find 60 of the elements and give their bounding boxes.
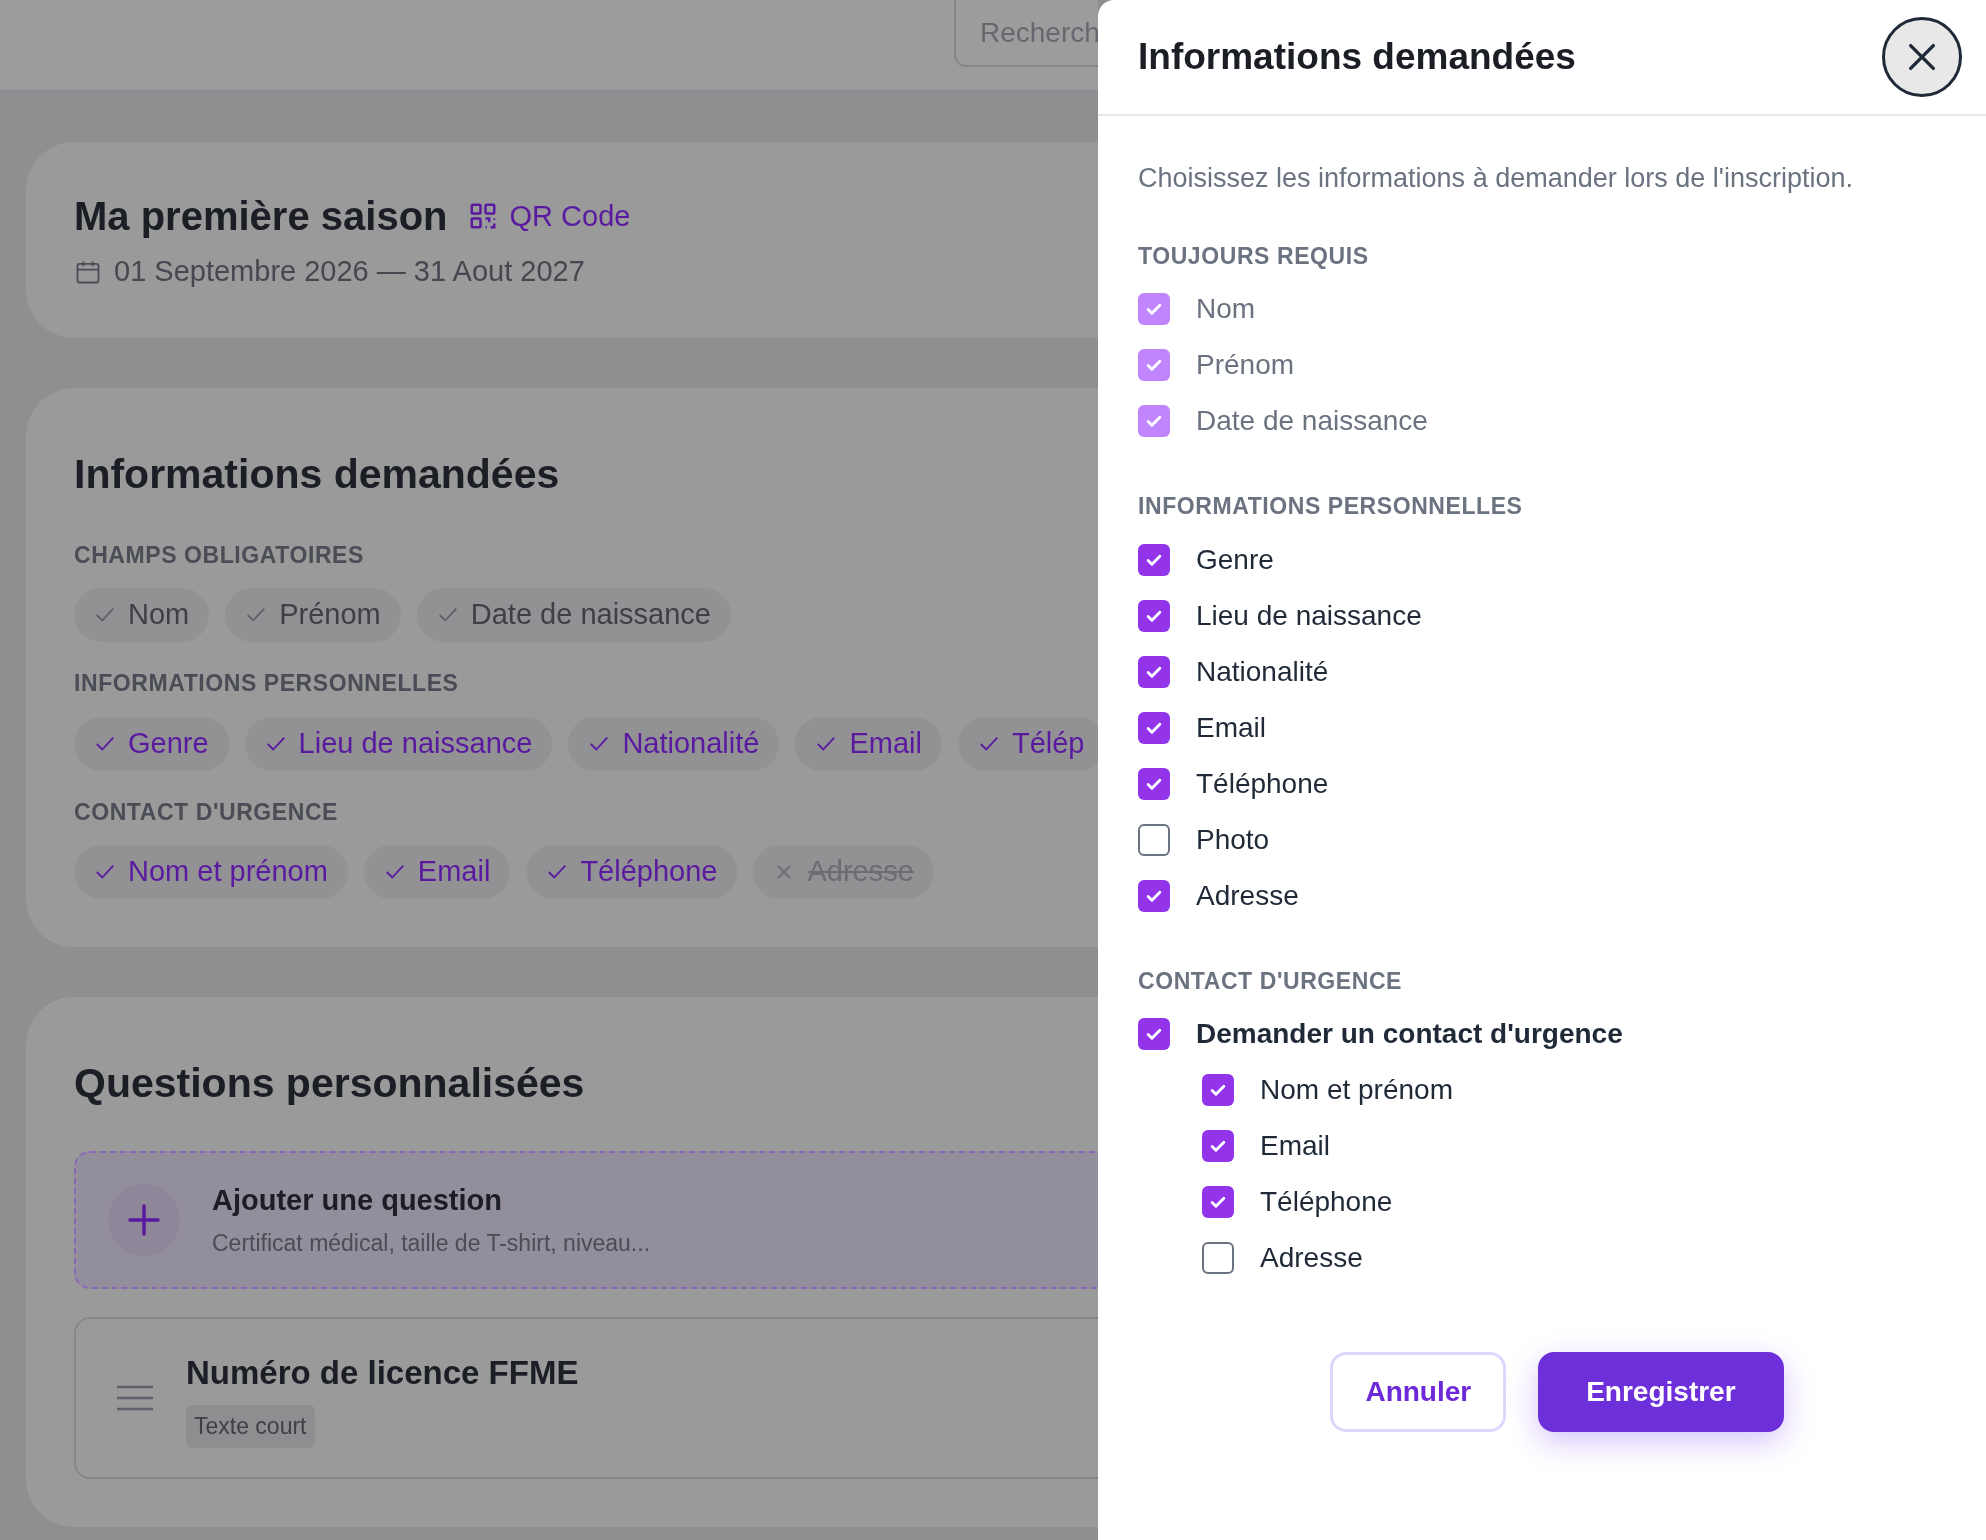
- add-question-hint: Certificat médical, taille de T-shirt, niveau...: [212, 1229, 651, 1258]
- field-chip: Email: [795, 716, 942, 771]
- panel-title: Informations demandées: [1138, 35, 1576, 80]
- checkbox[interactable]: [1138, 599, 1170, 632]
- checkbox[interactable]: [1138, 543, 1170, 576]
- section-label: INFORMATIONS PERSONNELLES: [1138, 492, 1524, 521]
- section-label: CHAMPS OBLIGATOIRES: [74, 540, 365, 570]
- checkbox-label: Téléphone: [1260, 1185, 1393, 1219]
- checkbox-label: Adresse: [1260, 1241, 1363, 1275]
- checkbox[interactable]: [1202, 1074, 1234, 1106]
- checkbox-label: Téléphone: [1196, 766, 1329, 801]
- cancel-button[interactable]: Annuler: [1330, 1352, 1507, 1432]
- section-label: CONTACT D'URGENCE: [74, 797, 339, 827]
- checkbox[interactable]: [1138, 1018, 1170, 1050]
- checkbox-label: Nom et prénom: [1260, 1073, 1453, 1107]
- field-chip: Nom: [74, 588, 210, 642]
- add-question-button[interactable]: Ajouter une question Certificat médical, taille de T-shirt, niveau...: [74, 1150, 1098, 1289]
- checkbox-label: Photo: [1196, 822, 1270, 857]
- add-question-title: Ajouter une question: [212, 1182, 503, 1218]
- checkbox[interactable]: [1202, 1130, 1234, 1162]
- checkbox-label: Email: [1196, 710, 1266, 745]
- field-chip: Lieu de naissance: [244, 716, 553, 771]
- field-chip: Téléphone: [526, 845, 738, 899]
- card-title: Questions personnalisées: [74, 1059, 586, 1108]
- card-title: Informations demandées: [74, 450, 561, 499]
- checkbox-label: Nom: [1196, 292, 1256, 326]
- field-chip: Genre: [74, 716, 229, 771]
- checkbox-label: Demander un contact d'urgence: [1196, 1017, 1623, 1051]
- checkbox[interactable]: [1202, 1242, 1234, 1274]
- save-button[interactable]: Enregistrer: [1538, 1352, 1784, 1432]
- field-chip: Prénom: [225, 588, 401, 642]
- checkbox-label: Nationalité: [1196, 654, 1329, 689]
- qr-code-link[interactable]: QR Code: [467, 194, 631, 238]
- checkbox-label: Prénom: [1196, 348, 1295, 382]
- season-dates: 01 Septembre 2026 — 31 Aout 2027: [114, 254, 585, 290]
- field-chip: Email: [363, 845, 511, 899]
- checkbox[interactable]: [1138, 711, 1170, 744]
- panel-description: Choisissez les informations à demander lors de l'inscription.: [1138, 162, 1854, 195]
- plus-icon: [108, 1183, 180, 1256]
- question-title: Numéro de licence FFME: [186, 1352, 579, 1393]
- checkbox[interactable]: [1138, 655, 1170, 688]
- checkbox[interactable]: [1202, 1186, 1234, 1218]
- checkbox[interactable]: [1138, 767, 1170, 800]
- field-chip: Télép: [957, 716, 1098, 771]
- section-label: CONTACT D'URGENCE: [1138, 966, 1403, 996]
- field-chip: Nationalité: [568, 716, 780, 771]
- field-chip: Nom et prénom: [74, 845, 348, 899]
- checkbox-label: Genre: [1196, 542, 1274, 577]
- checkbox-label: Date de naissance: [1196, 404, 1428, 438]
- field-chip: Date de naissance: [416, 588, 731, 642]
- checkbox-label: Lieu de naissance: [1196, 598, 1422, 633]
- question-type-tag: Texte court: [186, 1405, 315, 1448]
- section-label: INFORMATIONS PERSONNELLES: [74, 669, 460, 698]
- drag-handle-icon[interactable]: [116, 1384, 154, 1411]
- checkbox-label: Email: [1260, 1129, 1330, 1163]
- section-label: TOUJOURS REQUIS: [1138, 241, 1370, 271]
- checkbox[interactable]: [1138, 823, 1170, 856]
- checkbox[interactable]: [1138, 879, 1170, 912]
- season-title: Ma première saison: [74, 193, 448, 241]
- checkbox-label: Adresse: [1196, 878, 1299, 913]
